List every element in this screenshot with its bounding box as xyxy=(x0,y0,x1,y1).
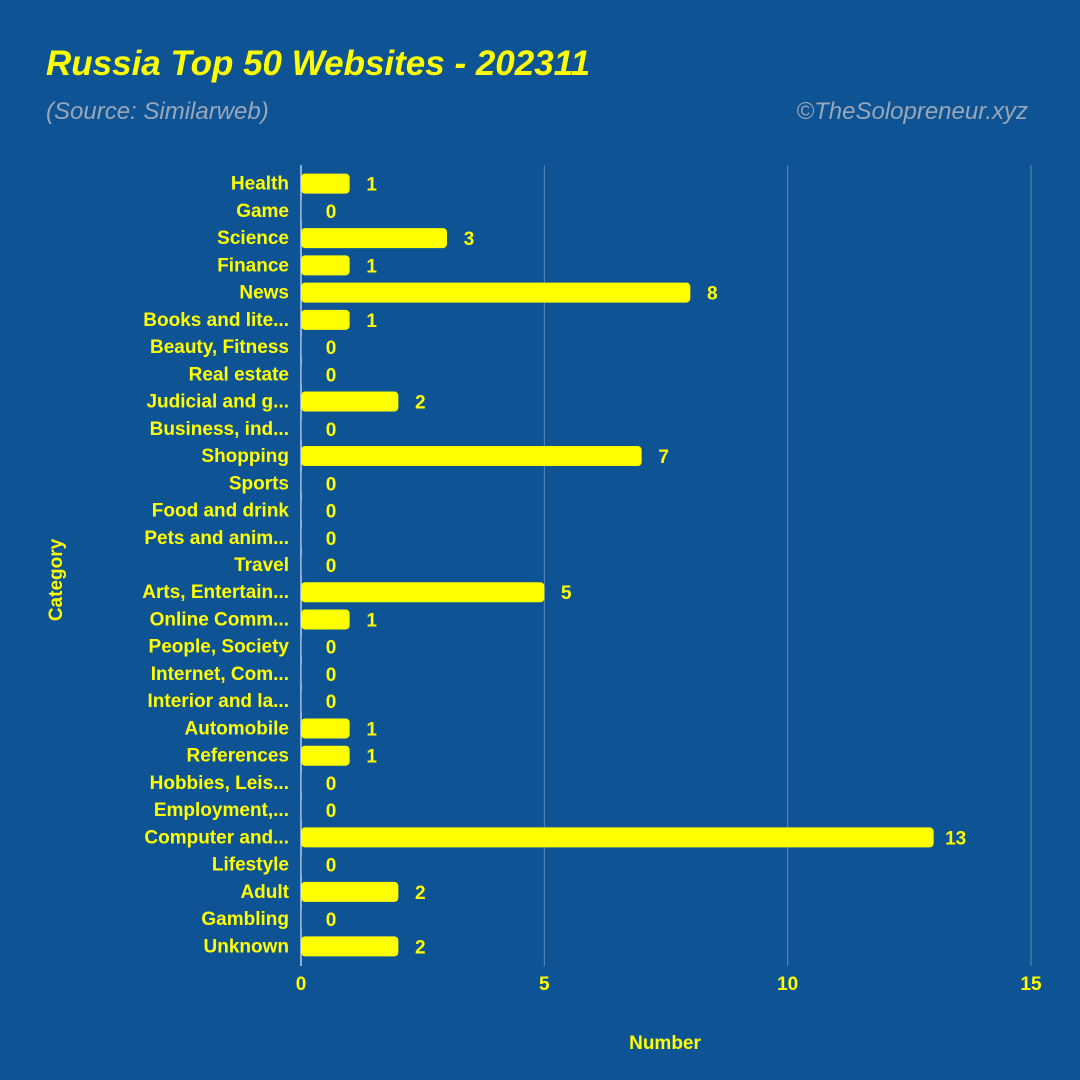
value-label: 0 xyxy=(326,665,337,686)
value-label: 1 xyxy=(366,311,377,332)
value-label: 0 xyxy=(326,556,337,577)
value-label: 0 xyxy=(326,338,337,359)
category-label: Adult xyxy=(240,882,289,903)
value-label: 1 xyxy=(366,256,377,277)
value-label: 1 xyxy=(366,175,377,196)
bar xyxy=(301,282,691,303)
category-label: People, Society xyxy=(149,637,290,658)
x-tick-label: 15 xyxy=(1020,974,1042,995)
bar xyxy=(301,527,302,548)
bar-chart: Health Game Science Finance News Books and li… xyxy=(46,165,1042,1054)
category-label: Real estate xyxy=(189,364,289,385)
bar xyxy=(301,854,302,875)
category-label: Computer and... xyxy=(144,827,289,848)
bar xyxy=(301,309,350,330)
category-label: Interior and la... xyxy=(148,691,289,712)
category-label: Hobbies, Leis... xyxy=(150,773,289,794)
bar xyxy=(301,772,302,793)
value-label: 1 xyxy=(366,747,377,768)
bar xyxy=(301,745,350,766)
bar xyxy=(301,936,399,957)
bar xyxy=(301,609,350,630)
category-label: References xyxy=(187,746,289,767)
category-label: News xyxy=(239,283,289,304)
category-label: Employment,... xyxy=(154,800,289,821)
value-label: 0 xyxy=(326,529,337,550)
bar xyxy=(301,446,642,467)
value-label: 0 xyxy=(326,502,337,523)
value-label: 8 xyxy=(707,284,718,305)
category-label: Books and lite... xyxy=(143,310,289,331)
value-label: 0 xyxy=(326,420,337,441)
category-label: Pets and anim... xyxy=(144,528,289,549)
bar xyxy=(301,200,302,221)
category-labels: Health Game Science Finance News Books and li… xyxy=(142,174,289,958)
bar xyxy=(301,881,399,902)
value-label: 7 xyxy=(658,447,669,468)
value-label: 2 xyxy=(415,937,426,958)
bar xyxy=(301,391,399,412)
category-label: Business, ind... xyxy=(150,419,289,440)
value-label: 0 xyxy=(326,774,337,795)
category-label: Lifestyle xyxy=(212,855,289,876)
category-label: Online Comm... xyxy=(150,609,289,630)
bar xyxy=(301,909,302,930)
bar xyxy=(301,800,302,821)
bar xyxy=(301,364,302,385)
category-label: Judicial and g... xyxy=(146,392,289,413)
category-label: Shopping xyxy=(201,446,289,467)
value-label: 0 xyxy=(326,202,337,223)
x-tick-label: 5 xyxy=(539,974,550,995)
x-tick-labels: 0 5 10 15 xyxy=(296,974,1042,995)
category-label: Finance xyxy=(217,255,289,276)
bar xyxy=(301,582,545,603)
value-label: 1 xyxy=(366,610,377,631)
category-label: Science xyxy=(217,228,289,249)
value-label: 3 xyxy=(464,229,475,250)
value-label: 0 xyxy=(326,692,337,713)
value-label: 0 xyxy=(326,910,337,931)
bar xyxy=(301,173,350,194)
category-label: Food and drink xyxy=(152,501,290,522)
bar xyxy=(301,228,447,249)
bar xyxy=(301,473,302,494)
value-label: 0 xyxy=(326,638,337,659)
bar xyxy=(301,418,302,439)
category-label: Gambling xyxy=(201,909,289,930)
bar xyxy=(301,555,302,575)
bar xyxy=(301,337,302,358)
bars xyxy=(301,173,934,957)
y-axis-title: Category xyxy=(46,538,67,621)
value-label: 0 xyxy=(326,365,337,386)
x-tick-label: 10 xyxy=(777,974,798,995)
x-tick-label: 0 xyxy=(296,974,307,995)
bar xyxy=(301,718,350,739)
value-label: 1 xyxy=(366,719,377,740)
value-label: 0 xyxy=(326,474,337,495)
category-label: Unknown xyxy=(204,936,290,957)
category-label: Internet, Com... xyxy=(151,664,289,685)
value-label: 2 xyxy=(415,393,426,414)
category-label: Game xyxy=(236,201,289,222)
value-label: 0 xyxy=(326,801,337,822)
x-axis-title: Number xyxy=(629,1033,701,1054)
bar xyxy=(301,636,302,657)
bar xyxy=(301,663,302,684)
category-label: Sports xyxy=(229,473,289,494)
value-label: 5 xyxy=(561,583,572,604)
value-label: 13 xyxy=(945,828,966,849)
bar xyxy=(301,255,350,276)
bar xyxy=(301,500,302,521)
category-label: Automobile xyxy=(185,718,290,739)
category-label: Beauty, Fitness xyxy=(150,337,289,358)
value-label: 2 xyxy=(415,883,426,904)
category-label: Travel xyxy=(234,555,289,576)
bar xyxy=(301,691,302,712)
bar xyxy=(301,827,934,848)
category-label: Arts, Entertain... xyxy=(142,582,289,603)
value-label: 0 xyxy=(326,856,337,877)
category-label: Health xyxy=(231,174,289,195)
